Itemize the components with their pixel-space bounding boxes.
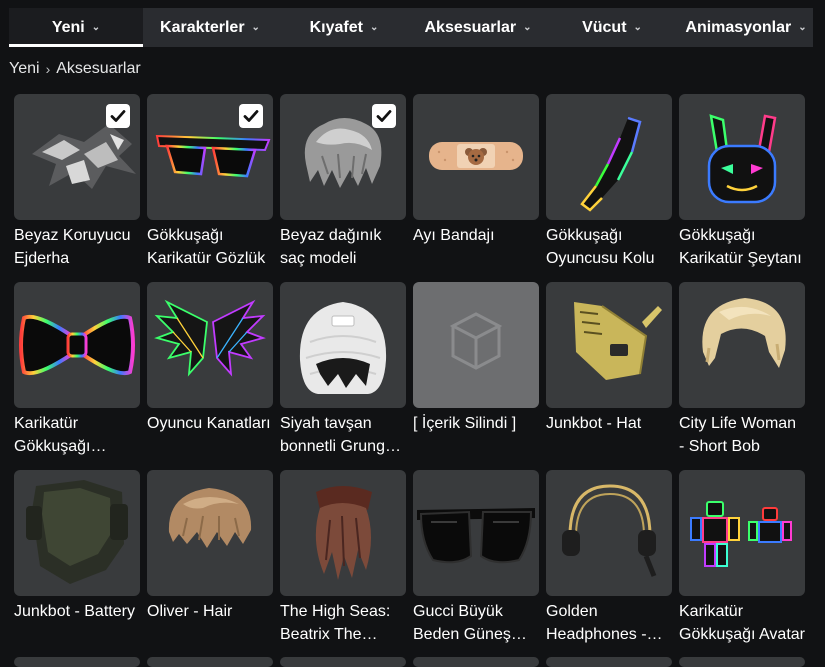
- item-card[interactable]: Gökkuşağı Oyuncusu Kolu: [546, 94, 672, 267]
- item-thumbnail[interactable]: [413, 470, 539, 596]
- item-card[interactable]: Gökkuşağı Karikatür Şeytanı: [679, 94, 805, 267]
- sunglasses-icon: [417, 508, 535, 564]
- item-card[interactable]: Golden Headphones - Gold: [546, 470, 672, 643]
- brown-hair-icon: [168, 488, 252, 548]
- deleted-content-icon: [449, 312, 503, 370]
- item-name[interactable]: Karikatür Gökkuşağı Avatar: [679, 600, 805, 646]
- bandage-icon: [429, 142, 523, 170]
- item-card[interactable]: Oyuncu Kanatları: [147, 282, 273, 432]
- breadcrumb: Yeni › Aksesuarlar: [9, 60, 141, 78]
- item-name[interactable]: Gökkuşağı Karikatür Gözlük: [147, 224, 273, 270]
- item-card[interactable]: Gökkuşağı Karikatür Gözlük: [147, 94, 273, 267]
- arm-icon: [580, 116, 642, 212]
- tab-yeni[interactable]: Yeni ⌄: [9, 8, 143, 47]
- item-card[interactable]: Beyaz dağınık saç modeli: [280, 94, 406, 267]
- checkmark-icon: [376, 110, 392, 122]
- item-name[interactable]: Junkbot - Hat: [546, 412, 672, 435]
- item-thumbnail[interactable]: [14, 470, 140, 596]
- item-name[interactable]: Oyuncu Kanatları: [147, 412, 273, 435]
- item-thumbnail[interactable]: [14, 282, 140, 408]
- pirate-hair-icon: [315, 486, 372, 580]
- item-thumbnail[interactable]: [147, 470, 273, 596]
- checkmark-icon: [243, 110, 259, 122]
- wings-icon: [154, 299, 266, 377]
- blonde-hair-icon: [702, 298, 786, 368]
- bowtie-icon: [19, 314, 135, 376]
- item-thumbnail[interactable]: [147, 282, 273, 408]
- item-name[interactable]: Siyah tavşan bonnetli Grunge Saç: [280, 412, 406, 458]
- tab-kiyafet[interactable]: Kıyafet ⌄: [277, 8, 411, 47]
- item-thumbnail[interactable]: [280, 470, 406, 596]
- bunny-head-icon: [707, 114, 777, 204]
- item-thumbnail[interactable]: [679, 282, 805, 408]
- tab-vucut[interactable]: Vücut ⌄: [545, 8, 679, 47]
- chevron-down-icon: ⌄: [91, 22, 101, 33]
- selected-checkbox[interactable]: [372, 104, 396, 128]
- item-thumbnail[interactable]: [546, 470, 672, 596]
- chevron-down-icon: ⌄: [523, 22, 532, 33]
- chevron-down-icon: ⌄: [633, 22, 642, 33]
- item-thumbnail[interactable]: [413, 282, 539, 408]
- item-name[interactable]: [ İçerik Silindi ]: [413, 412, 539, 435]
- tab-karakterler[interactable]: Karakterler ⌄: [143, 8, 277, 47]
- battery-icon: [26, 480, 128, 584]
- selected-checkbox[interactable]: [239, 104, 263, 128]
- item-thumbnail[interactable]: [147, 657, 273, 667]
- tab-aksesuarlar[interactable]: Aksesuarlar ⌄: [411, 8, 545, 47]
- item-thumbnail[interactable]: [679, 657, 805, 667]
- item-name[interactable]: The High Seas: Beatrix The Pirate: [280, 600, 406, 646]
- item-thumbnail[interactable]: [14, 657, 140, 667]
- item-name[interactable]: City Life Woman - Short Bob: [679, 412, 805, 458]
- item-thumbnail[interactable]: [679, 94, 805, 220]
- chevron-down-icon: ⌄: [369, 22, 379, 33]
- item-card[interactable]: Siyah tavşan bonnetli Grunge Saç: [280, 282, 406, 455]
- item-name[interactable]: Golden Headphones - Gold: [546, 600, 672, 646]
- item-thumbnail[interactable]: [413, 657, 539, 667]
- item-name[interactable]: Beyaz Koruyucu Ejderha: [14, 224, 140, 270]
- headphones-icon: [562, 484, 657, 577]
- item-card[interactable]: Junkbot - Hat: [546, 282, 672, 432]
- avatar-figures-icon: [690, 501, 792, 567]
- chevron-down-icon: ⌄: [798, 22, 807, 33]
- item-card[interactable]: [ İçerik Silindi ]: [413, 282, 539, 432]
- item-card[interactable]: Oliver - Hair: [147, 470, 273, 620]
- item-card[interactable]: Beyaz Koruyucu Ejderha: [14, 94, 140, 267]
- item-thumbnail[interactable]: [546, 657, 672, 667]
- item-grid: Beyaz Koruyucu Ejderha Gökkuşağı Karikat…: [14, 94, 814, 643]
- item-name[interactable]: Karikatür Gökkuşağı Papyon: [14, 412, 140, 458]
- item-thumbnail[interactable]: [546, 94, 672, 220]
- tab-animasyonlar[interactable]: Animasyonlar ⌄: [679, 8, 813, 47]
- item-card[interactable]: Karikatür Gökkuşağı Papyon: [14, 282, 140, 455]
- item-card[interactable]: Junkbot - Battery: [14, 470, 140, 620]
- item-card[interactable]: Karikatür Gökkuşağı Avatar: [679, 470, 805, 643]
- robot-hat-icon: [574, 302, 662, 380]
- item-thumbnail[interactable]: [280, 282, 406, 408]
- item-name[interactable]: Beyaz dağınık saç modeli: [280, 224, 406, 270]
- chevron-right-icon: ›: [45, 61, 51, 77]
- item-card[interactable]: Ayı Bandajı: [413, 94, 539, 244]
- item-name[interactable]: Ayı Bandajı: [413, 224, 539, 247]
- item-name[interactable]: Gucci Büyük Beden Güneş Gözlüğü: [413, 600, 539, 646]
- item-thumbnail[interactable]: [413, 94, 539, 220]
- category-nav: Yeni ⌄ Karakterler ⌄ Kıyafet ⌄ Aksesuarlar ⌄…: [9, 8, 813, 47]
- item-card[interactable]: The High Seas: Beatrix The Pirate: [280, 470, 406, 643]
- item-thumbnail[interactable]: [679, 470, 805, 596]
- item-name[interactable]: Oliver - Hair: [147, 600, 273, 623]
- item-name[interactable]: Junkbot - Battery: [14, 600, 140, 623]
- item-card[interactable]: City Life Woman - Short Bob: [679, 282, 805, 455]
- bonnet-icon: [299, 302, 387, 394]
- item-card[interactable]: Gucci Büyük Beden Güneş Gözlüğü: [413, 470, 539, 643]
- breadcrumb-root-link[interactable]: Yeni: [9, 60, 40, 78]
- item-thumbnail[interactable]: [280, 657, 406, 667]
- checkmark-icon: [110, 110, 126, 122]
- selected-checkbox[interactable]: [106, 104, 130, 128]
- breadcrumb-current: Aksesuarlar: [56, 60, 141, 77]
- item-name[interactable]: Gökkuşağı Oyuncusu Kolu: [546, 224, 672, 270]
- item-name[interactable]: Gökkuşağı Karikatür Şeytanı: [679, 224, 805, 270]
- item-thumbnail[interactable]: [546, 282, 672, 408]
- chevron-down-icon: ⌄: [251, 22, 260, 33]
